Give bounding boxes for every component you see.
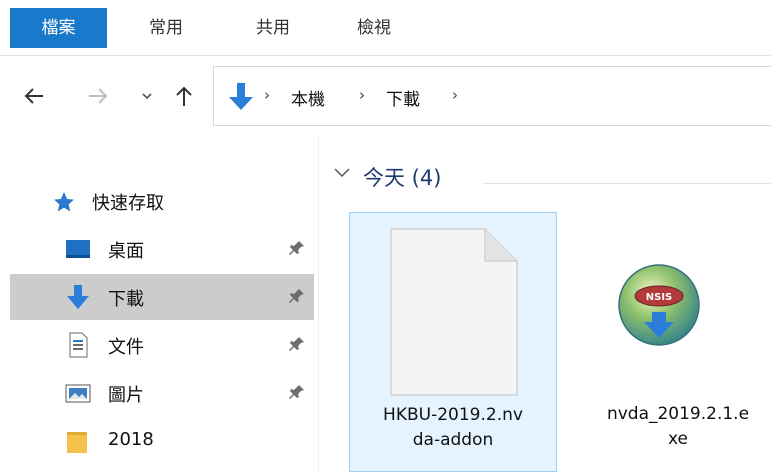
pin-icon <box>289 337 304 351</box>
pin-icon <box>289 289 304 303</box>
tab-share[interactable]: 共用 <box>238 8 308 48</box>
forward-button[interactable] <box>86 79 110 113</box>
sidebar-item-label: 文件 <box>108 337 144 358</box>
sidebar-item-label: 桌面 <box>108 241 144 262</box>
navigation-pane: 快速存取 桌面 下載 文件 圖片 2018 <box>0 136 318 472</box>
breadcrumb-this-pc[interactable]: 本機 <box>291 85 325 110</box>
pane-divider <box>318 136 319 472</box>
file-item[interactable]: HKBU-2019.2.nv da-addon <box>349 212 557 472</box>
breadcrumb-downloads[interactable]: 下載 <box>386 85 420 110</box>
back-button[interactable] <box>22 79 46 113</box>
group-label: 今天 (4) <box>363 166 442 190</box>
tab-view[interactable]: 檢視 <box>339 8 409 48</box>
downloads-icon <box>229 83 253 110</box>
sidebar-item-desktop[interactable]: 桌面 <box>10 226 314 272</box>
ribbon: 檔案 常用 共用 檢視 <box>0 0 771 56</box>
svg-text:NSIS: NSIS <box>646 292 673 303</box>
breadcrumb-separator[interactable]: › <box>264 86 270 104</box>
file-item[interactable]: NSIS nvda_2019.2.1.e xe <box>574 212 771 472</box>
sidebar-item-label: 2018 <box>108 429 154 450</box>
desktop-icon <box>66 240 90 258</box>
tab-home[interactable]: 常用 <box>131 8 201 48</box>
file-name: nvda_2019.2.1.e xe <box>606 404 750 449</box>
arrow-left-icon <box>24 88 43 104</box>
breadcrumb-separator[interactable]: › <box>452 86 458 104</box>
arrow-up-icon <box>176 86 192 106</box>
chevron-down-icon <box>334 168 350 178</box>
pin-icon <box>289 385 304 399</box>
sidebar-item-pictures[interactable]: 圖片 <box>10 370 314 416</box>
sidebar-item-2018[interactable]: 2018 <box>10 418 314 464</box>
nsis-installer-icon: NSIS <box>618 264 700 346</box>
recent-locations-button[interactable] <box>135 79 159 113</box>
sidebar-item-documents[interactable]: 文件 <box>10 322 314 368</box>
sidebar-item-quick-access[interactable]: 快速存取 <box>10 178 314 224</box>
sidebar-item-label: 下載 <box>108 289 144 310</box>
download-arrow-icon <box>67 285 89 309</box>
folder-icon <box>67 432 87 453</box>
chevron-down-icon <box>142 93 152 100</box>
breadcrumb-separator[interactable]: › <box>359 86 365 104</box>
sidebar-item-downloads[interactable]: 下載 <box>10 274 314 320</box>
up-button[interactable] <box>172 79 196 113</box>
sidebar-item-label: 快速存取 <box>92 193 164 214</box>
sidebar-item-label: 圖片 <box>108 385 144 406</box>
ribbon-divider <box>0 55 771 56</box>
arrow-right-icon <box>89 88 108 104</box>
document-icon <box>69 332 88 358</box>
address-bar[interactable]: › 本機 › 下載 › <box>213 66 771 126</box>
group-divider <box>483 183 771 184</box>
picture-icon <box>65 384 91 403</box>
pin-icon <box>289 241 304 255</box>
star-icon <box>54 192 74 212</box>
file-name: HKBU-2019.2.nv da-addon <box>383 405 523 450</box>
tab-file[interactable]: 檔案 <box>10 8 107 48</box>
blank-file-icon <box>390 228 518 396</box>
